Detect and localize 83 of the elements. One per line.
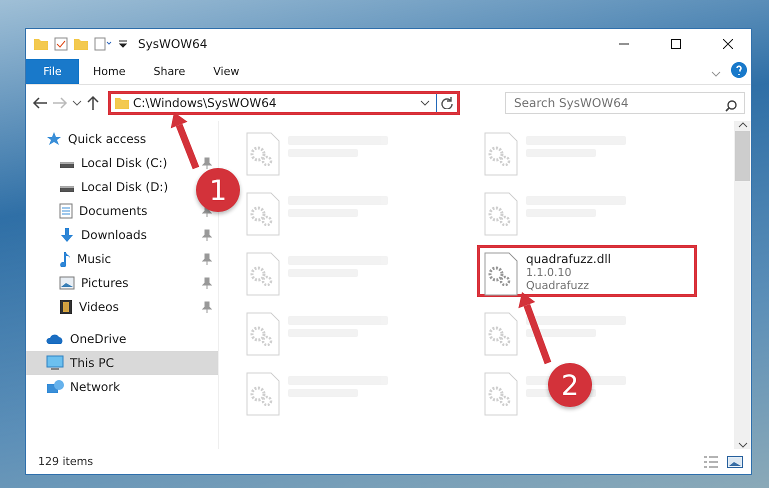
gear-file-icon (484, 192, 518, 236)
sidebar-item[interactable]: Downloads (59, 227, 147, 243)
refresh-icon (441, 97, 453, 109)
music-note-icon (59, 251, 71, 267)
sidebar-label: Music (77, 252, 112, 266)
back-icon (32, 96, 48, 110)
gear-file-icon (484, 312, 518, 356)
sidebar-item[interactable]: Local Disk (D:) (59, 180, 168, 194)
chevron-icon (711, 71, 721, 77)
file-detail: Quadrafuzz (526, 279, 590, 292)
sidebar-item[interactable]: Local Disk (C:) (59, 156, 168, 170)
file-item[interactable]: quadrafuzz.dll 1.1.0.10 Quadrafuzz (477, 245, 697, 297)
ribbon-tab[interactable]: View (199, 59, 254, 84)
sidebar-label: This PC (70, 356, 114, 370)
checklist-icon (54, 37, 68, 51)
gear-file-icon (484, 372, 518, 416)
sidebar-item[interactable]: This PC (26, 351, 218, 375)
document-icon (59, 203, 73, 219)
scrollbar-thumb[interactable] (735, 131, 750, 181)
sidebar-item[interactable]: Network (46, 379, 120, 395)
sidebar-label: Documents (79, 204, 148, 218)
pin-icon (202, 229, 212, 241)
scroll-up-icon (738, 121, 748, 129)
ribbon-tab[interactable]: Share (139, 59, 200, 84)
gear-file-icon (246, 132, 280, 176)
sidebar-label: Videos (79, 300, 119, 314)
scrollbar[interactable] (734, 121, 751, 449)
search-icon (725, 100, 737, 112)
sidebar-label: Downloads (81, 228, 147, 242)
star-icon (46, 131, 62, 147)
gear-file-icon (246, 192, 280, 236)
film-icon (59, 299, 73, 315)
recent-dropdown-icon (72, 100, 82, 106)
network-icon (46, 379, 64, 395)
up-icon (86, 95, 100, 111)
sidebar-item[interactable]: Quick access (46, 131, 146, 147)
file-detail: 1.1.0.10 (526, 266, 572, 279)
file-name: quadrafuzz.dll (526, 252, 612, 266)
blurred-text-bar (526, 329, 596, 337)
sidebar-item[interactable]: Documents (59, 203, 148, 219)
forward-icon (52, 96, 68, 110)
scroll-down-icon (738, 441, 748, 449)
folder-icon (34, 38, 48, 50)
gear-file-icon (246, 252, 280, 296)
pin-icon (202, 277, 212, 289)
sidebar-label: Quick access (68, 132, 146, 146)
sidebar-label: Local Disk (C:) (81, 156, 168, 170)
window-title: SysWOW64 (138, 37, 208, 51)
sidebar-item[interactable]: Music (59, 251, 112, 267)
gear-file-icon (484, 132, 518, 176)
ribbon-tab[interactable]: File (26, 59, 79, 84)
properties-icon (94, 37, 112, 51)
chevron-icon (420, 100, 430, 106)
annotation-arrow (170, 112, 200, 170)
gear-file-icon (484, 252, 518, 296)
cloud-icon (46, 333, 64, 345)
sidebar-item[interactable]: Pictures (59, 276, 129, 290)
search-field[interactable]: Search SysWOW64 (505, 92, 745, 114)
folder-icon (74, 38, 88, 50)
folder-icon (115, 97, 129, 109)
sidebar-item[interactable]: Videos (59, 299, 119, 315)
help-icon (731, 62, 747, 78)
sidebar-label: Network (70, 380, 120, 394)
sidebar-label: Pictures (81, 276, 129, 290)
pin-icon (202, 301, 212, 313)
gear-file-icon (246, 372, 280, 416)
details-view-icon (703, 454, 719, 468)
pin-icon (202, 157, 212, 169)
ribbon-tab[interactable]: Home (79, 59, 140, 84)
close-icon (723, 39, 733, 49)
address-bar[interactable]: C:\Windows\SysWOW64 (108, 91, 460, 115)
maximize-icon (671, 39, 681, 49)
large-icons-view-icon (727, 454, 743, 468)
dropdown-icon (118, 39, 128, 49)
monitor-icon (46, 355, 64, 371)
down-arrow-icon (59, 227, 75, 243)
gear-file-icon (246, 312, 280, 356)
sidebar-item[interactable]: OneDrive (46, 332, 126, 346)
item-count: 129 items (38, 455, 94, 468)
sidebar-label: Local Disk (D:) (81, 180, 168, 194)
picture-icon (59, 276, 75, 290)
sidebar-label: OneDrive (70, 332, 126, 346)
pin-icon (202, 253, 212, 265)
